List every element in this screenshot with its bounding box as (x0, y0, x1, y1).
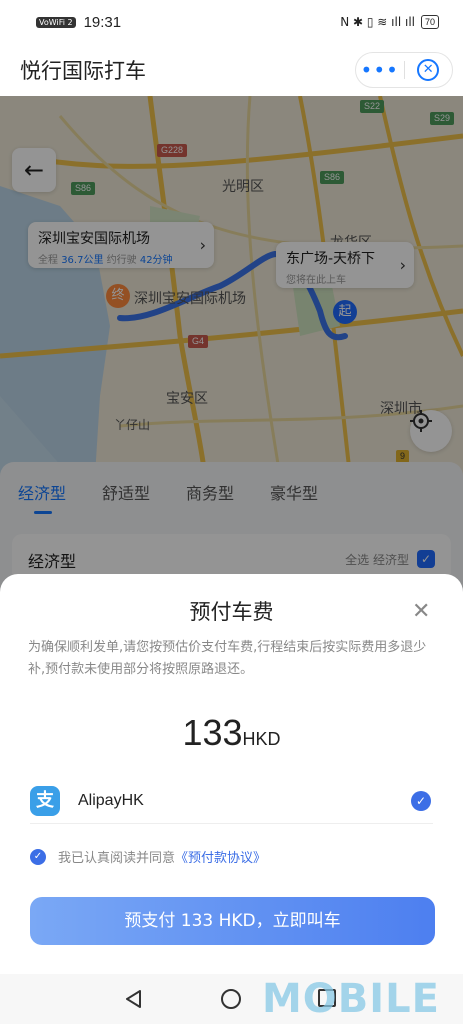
page-title: 悦行国际打车 (20, 59, 146, 83)
prepay-description: 为确保顺利发单,请您按预估价支付车费,行程结束后按实际费用多退少补,预付款未使用… (28, 640, 427, 677)
modal-backdrop[interactable] (0, 96, 463, 616)
battery-icon: 70 (420, 15, 439, 29)
signal-icons: N ✱ ▯ ≋ ıll ıll (340, 15, 415, 29)
prepay-amount: 133HKD (0, 712, 463, 754)
amount-value: 133 (182, 712, 243, 753)
more-button[interactable]: ••• (356, 52, 404, 88)
prepay-call-car-button[interactable]: 预支付 133 HKD，立即叫车 (30, 897, 435, 945)
agreement-prefix: 我已认真阅读并同意 (58, 851, 176, 866)
miniapp-capsule: ••• ✕ (355, 52, 453, 88)
agreement-row: ✓ 我已认真阅读并同意《预付款协议》 (30, 847, 266, 866)
payment-method-option[interactable]: 支 AlipayHK ✓ (30, 778, 433, 824)
nav-back-icon[interactable] (124, 989, 144, 1009)
agreement-link[interactable]: 《预付款协议》 (175, 851, 266, 866)
status-time: 19:31 (83, 13, 122, 31)
alipay-icon: 支 (30, 785, 60, 816)
sheet-title: 预付车费 (189, 600, 274, 624)
close-icon: ✕ (417, 59, 440, 81)
title-bar: 悦行国际打车 ••• ✕ (0, 44, 463, 96)
payment-method-name: AlipayHK (78, 791, 144, 809)
agreement-text: 我已认真阅读并同意《预付款协议》 (58, 847, 266, 866)
sheet-close-icon[interactable]: ✕ (412, 600, 430, 624)
watermark-logo: MOBILE (262, 976, 440, 1022)
prepay-sheet: 预付车费 ✕ 为确保顺利发单,请您按预估价支付车费,行程结束后按实际费用多退少补… (0, 574, 463, 974)
agreement-checkbox[interactable]: ✓ (30, 848, 46, 865)
vowifi-badge: VoWiFi 2 (36, 16, 76, 28)
amount-currency: HKD (242, 729, 281, 749)
close-button[interactable]: ✕ (404, 59, 452, 81)
nav-home-icon[interactable] (221, 989, 241, 1009)
radio-checked-icon: ✓ (411, 790, 431, 811)
status-indicators: N ✱ ▯ ≋ ıll ıll 70 (340, 15, 439, 29)
status-bar: VoWiFi 2 19:31 N ✱ ▯ ≋ ıll ıll 70 (0, 0, 463, 44)
